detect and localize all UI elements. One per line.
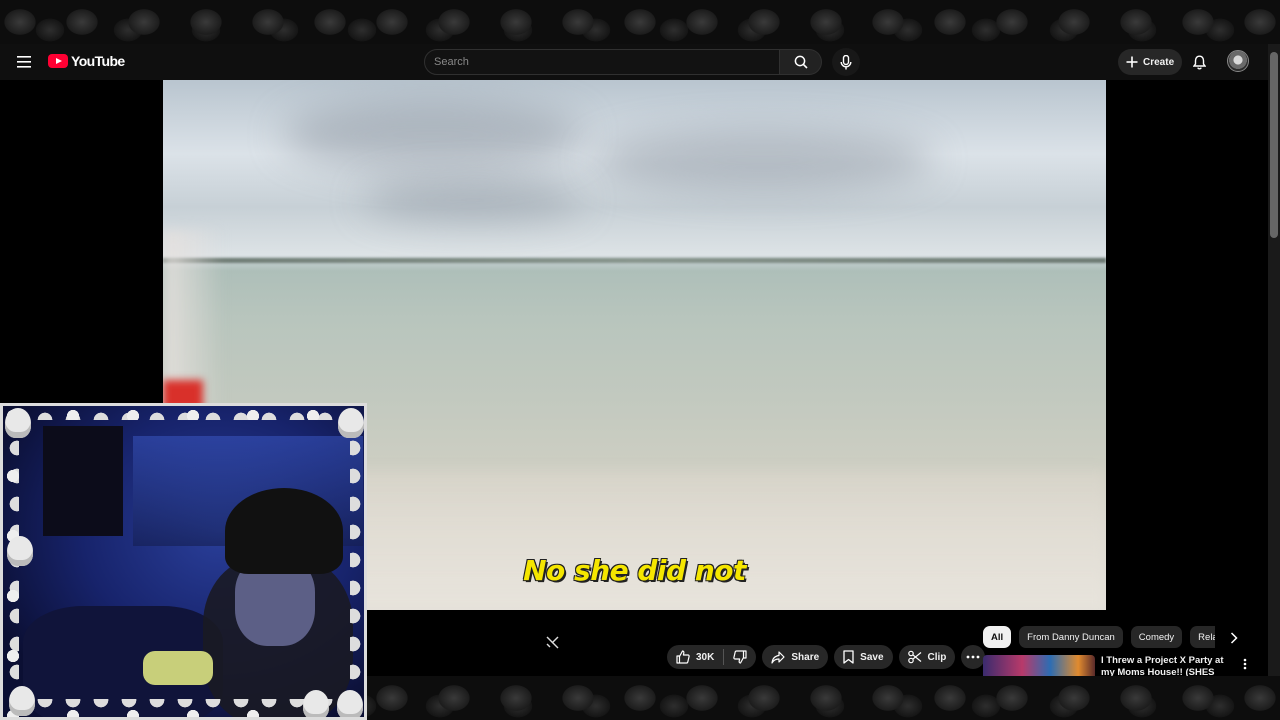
- scissors-icon: [907, 650, 921, 664]
- skull-icon: [303, 690, 329, 717]
- youtube-play-icon: [48, 54, 68, 68]
- page-scrollbar[interactable]: [1268, 44, 1280, 676]
- related-video-thumbnail[interactable]: [983, 655, 1095, 676]
- search-icon: [794, 55, 808, 69]
- like-count: 30K: [696, 651, 715, 663]
- thumbs-up-icon: [676, 650, 690, 664]
- video-actions: 30K Share Save Clip: [667, 645, 986, 669]
- like-button[interactable]: 30K: [667, 645, 723, 669]
- like-dislike-group: 30K: [667, 645, 757, 669]
- chip-from-danny-duncan[interactable]: From Danny Duncan: [1019, 626, 1123, 648]
- video-cloud: [593, 130, 933, 190]
- avatar[interactable]: [1227, 50, 1249, 72]
- related-video-menu-icon[interactable]: [1238, 656, 1252, 672]
- bell-icon: [1192, 54, 1206, 69]
- share-icon: [771, 650, 785, 664]
- chips-next-button[interactable]: [1226, 630, 1242, 646]
- more-actions-button[interactable]: [961, 645, 986, 669]
- skull-backdrop-top: [0, 0, 1280, 44]
- search-button[interactable]: [780, 49, 822, 75]
- share-button[interactable]: Share: [762, 645, 829, 669]
- plus-icon: [1126, 56, 1138, 68]
- webcam-person-arm: [143, 651, 213, 685]
- thumbs-down-icon: [733, 650, 747, 664]
- chevron-right-icon: [1230, 632, 1238, 644]
- skull-icon: [7, 536, 33, 566]
- screen: YouTube Create No she did not: [0, 0, 1280, 720]
- microphone-icon: [840, 54, 852, 69]
- menu-icon[interactable]: [12, 50, 36, 74]
- close-miniplayer-icon[interactable]: [543, 633, 561, 651]
- save-label: Save: [860, 651, 884, 663]
- logo-text: YouTube: [71, 53, 125, 69]
- more-horizontal-icon: [967, 655, 980, 659]
- save-button[interactable]: Save: [834, 645, 893, 669]
- create-label: Create: [1143, 56, 1175, 68]
- voice-search-button[interactable]: [832, 48, 860, 76]
- clip-label: Clip: [927, 651, 947, 663]
- related-filter-chips: All From Danny Duncan Comedy Related: [983, 626, 1215, 648]
- chip-all[interactable]: All: [983, 626, 1012, 648]
- related-video-title[interactable]: I Threw a Project X Party at my Moms Hou…: [1101, 655, 1233, 676]
- skull-icon: [9, 686, 35, 716]
- scrollbar-thumb[interactable]: [1270, 52, 1278, 238]
- skull-icon: [5, 408, 31, 438]
- masthead: YouTube Create: [0, 44, 1268, 80]
- related-video-item[interactable]: I Threw a Project X Party at my Moms Hou…: [983, 655, 1253, 676]
- clip-button[interactable]: Clip: [898, 645, 956, 669]
- webcam-wall-banner: [43, 426, 123, 536]
- chip-related[interactable]: Related: [1190, 626, 1215, 648]
- share-label: Share: [791, 651, 820, 663]
- search-input[interactable]: [434, 56, 779, 68]
- streamer-webcam-overlay: [0, 403, 367, 720]
- video-horizon: [163, 258, 1106, 263]
- skull-icon: [338, 408, 364, 438]
- video-cloud: [363, 180, 583, 220]
- notifications-button[interactable]: [1187, 50, 1211, 74]
- skull-icon: [337, 690, 363, 717]
- youtube-logo[interactable]: YouTube: [48, 53, 125, 69]
- webcam-person-beanie: [225, 488, 343, 574]
- dislike-button[interactable]: [724, 645, 756, 669]
- create-button[interactable]: Create: [1118, 49, 1183, 75]
- chip-comedy[interactable]: Comedy: [1130, 626, 1183, 648]
- search-box[interactable]: [424, 49, 780, 75]
- video-cloud: [283, 100, 583, 170]
- bookmark-icon: [843, 650, 854, 664]
